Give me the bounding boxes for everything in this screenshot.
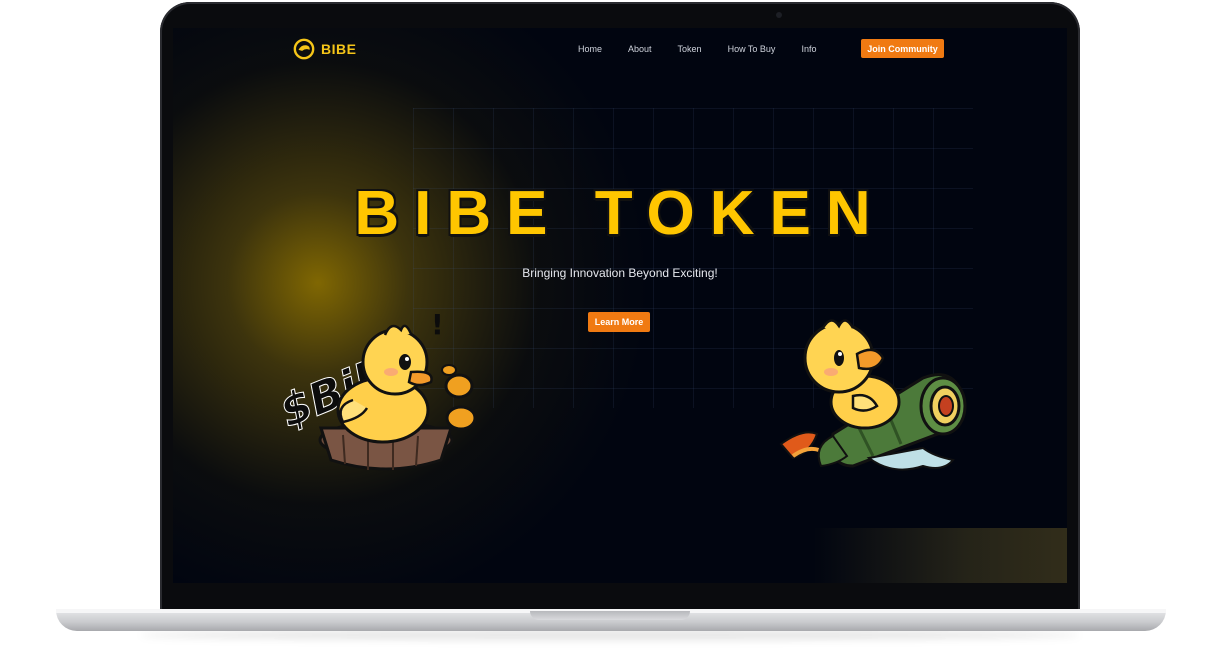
duck-on-rocket-illustration	[779, 319, 967, 471]
hero-subtitle: Bringing Innovation Beyond Exciting!	[522, 266, 718, 280]
website-screen: BIBE Home About Token How To Buy Info Jo…	[173, 28, 1067, 583]
laptop-notch	[530, 611, 690, 620]
nav-home[interactable]: Home	[578, 44, 602, 54]
corner-glow	[813, 528, 1067, 583]
webcam	[776, 12, 782, 18]
brand-logo[interactable]: BIBE	[293, 38, 356, 60]
graffiti-exclaim: !	[431, 308, 444, 341]
join-community-button[interactable]: Join Community	[861, 39, 944, 58]
main-nav: Home About Token How To Buy Info	[578, 44, 816, 54]
nav-about[interactable]: About	[628, 44, 652, 54]
learn-more-button[interactable]: Learn More	[588, 312, 650, 332]
nav-info[interactable]: Info	[801, 44, 816, 54]
duck-in-tub-illustration: $Bibe !	[273, 308, 477, 471]
laptop-shadow	[140, 630, 1080, 640]
hero-title: BIBE TOKEN	[354, 179, 886, 248]
nav-how-to-buy[interactable]: How To Buy	[728, 44, 776, 54]
nav-token[interactable]: Token	[678, 44, 702, 54]
bibe-logo-icon	[293, 38, 315, 60]
brand-name: BIBE	[321, 41, 357, 57]
